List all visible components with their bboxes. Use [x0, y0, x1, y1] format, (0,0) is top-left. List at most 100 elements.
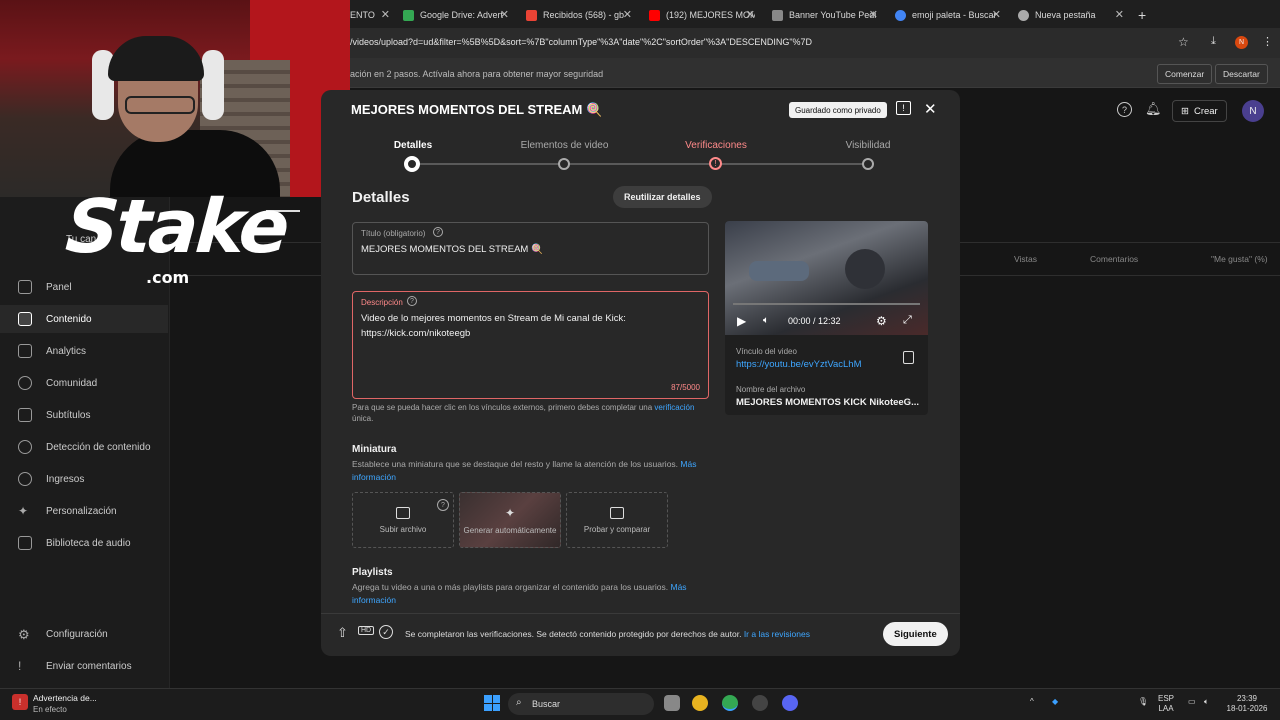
close-icon[interactable]: ✕: [924, 100, 937, 118]
language-indicator[interactable]: ESP LAA: [1158, 694, 1174, 714]
search-label: Buscar: [532, 699, 561, 709]
tab-close-icon[interactable]: ✕: [869, 8, 878, 21]
chrome-profile-taskbar-icon[interactable]: [722, 695, 738, 711]
tab-close-icon[interactable]: ✕: [381, 8, 390, 21]
help-icon[interactable]: ?: [433, 227, 443, 237]
description-field[interactable]: Descripción ? Video de lo mejores moment…: [352, 291, 709, 399]
sidebar-item-customization[interactable]: ✦ Personalización: [0, 497, 168, 525]
fullscreen-icon[interactable]: ⤢: [903, 314, 912, 327]
stepper-line: [412, 163, 867, 165]
bookmark-star-icon[interactable]: ☆: [1178, 35, 1189, 49]
video-link[interactable]: https://youtu.be/evYztVacLhM: [736, 359, 862, 370]
sidebar-item-content-detection[interactable]: Detección de contenido: [0, 433, 168, 461]
profile-avatar[interactable]: N: [1235, 36, 1248, 49]
help-icon[interactable]: ?: [407, 296, 417, 306]
progress-bar[interactable]: [733, 303, 920, 305]
title-field[interactable]: Título (obligatorio) ? MEJORES MOMENTOS …: [352, 222, 709, 275]
saved-private-badge: Guardado como privado: [789, 102, 887, 118]
auto-generate-thumbnail-button[interactable]: ✦ Generar automáticamente: [459, 492, 561, 548]
download-icon[interactable]: ⤓: [1211, 35, 1216, 48]
tab-close-icon[interactable]: ✕: [623, 8, 632, 21]
play-icon[interactable]: ▶: [737, 314, 746, 328]
column-comments[interactable]: Comentarios: [1090, 254, 1138, 264]
sidebar-item-subtitles[interactable]: Subtítulos: [0, 401, 168, 429]
tab-close-icon[interactable]: ✕: [746, 8, 755, 21]
tab-close-icon[interactable]: ✕: [500, 8, 509, 21]
tray-chevron-icon[interactable]: ^: [1030, 697, 1034, 707]
sidebar-item-feedback[interactable]: ! Enviar comentarios: [0, 652, 168, 680]
browser-tab[interactable]: Nueva pestaña ✕: [1018, 4, 1124, 26]
column-views[interactable]: Vistas: [1014, 254, 1037, 264]
sidebar-item-settings[interactable]: ⚙ Configuración: [0, 620, 168, 648]
browser-tab[interactable]: (192) MEJORES MOM ✕: [649, 4, 755, 26]
volume-icon[interactable]: 🔈︎: [1204, 697, 1209, 707]
column-likes[interactable]: "Me gusta" (%): [1211, 254, 1268, 264]
browser-tab[interactable]: emoji paleta - Buscar ✕: [895, 4, 1001, 26]
browser-tab[interactable]: Recibidos (568) - gb ✕: [526, 4, 632, 26]
task-view-icon[interactable]: [664, 695, 680, 711]
sidebar-item-analytics[interactable]: Analytics: [0, 337, 168, 365]
new-tab-button[interactable]: +: [1138, 4, 1152, 26]
sidebar-item-community[interactable]: Comunidad: [0, 369, 168, 397]
chrome-taskbar-icon[interactable]: [692, 695, 708, 711]
url-text[interactable]: /videos/upload?d=ud&filter=%5B%5D&sort=%…: [350, 37, 812, 47]
help-icon[interactable]: ?: [437, 499, 449, 511]
tab-close-icon[interactable]: ✕: [992, 8, 1001, 21]
channel-avatar[interactable]: N: [1242, 100, 1264, 122]
tab-label: Recibidos (568) - gb: [543, 10, 625, 20]
sidebar-item-label: Configuración: [46, 628, 108, 640]
clock[interactable]: 23:39 18-01-2026: [1224, 694, 1270, 714]
bell-icon[interactable]: 🔔︎: [1145, 101, 1162, 117]
review-link[interactable]: Ir a las revisiones: [744, 629, 810, 639]
scrollbar[interactable]: [954, 186, 958, 606]
mic-icon[interactable]: 🎙︎: [1138, 697, 1148, 707]
step-visibility[interactable]: Visibilidad: [836, 140, 900, 151]
verification-link[interactable]: verificación: [654, 403, 694, 412]
test-compare-button[interactable]: Probar y comparar: [566, 492, 668, 548]
settings-gear-icon[interactable]: ⚙: [876, 314, 887, 328]
feedback-icon[interactable]: !: [896, 101, 911, 115]
step-video-elements[interactable]: Elementos de video: [507, 140, 622, 151]
sidebar-item-content[interactable]: Contenido: [0, 305, 168, 333]
warning-app-icon[interactable]: !: [12, 694, 28, 710]
network-icon[interactable]: ▭: [1188, 697, 1196, 707]
volume-icon[interactable]: 🔈︎: [763, 315, 769, 326]
browser-tab[interactable]: Google Drive: Advert ✕: [403, 4, 509, 26]
thumbnail-text: Establece una miniatura que se destaque …: [352, 458, 712, 484]
dismiss-button[interactable]: Descartar: [1215, 64, 1268, 84]
browser-tab[interactable]: Banner YouTube Pedi ✕: [772, 4, 878, 26]
windows-start-icon[interactable]: [484, 695, 500, 711]
browser-tab[interactable]: ENTO ✕: [350, 4, 390, 26]
create-button[interactable]: ⊞ Crear: [1172, 100, 1227, 122]
tab-close-icon[interactable]: ✕: [1115, 8, 1124, 21]
upload-icon: ⇧: [337, 625, 348, 640]
upload-label: Subir archivo: [379, 524, 427, 534]
reuse-details-button[interactable]: Reutilizar detalles: [613, 186, 712, 208]
copy-icon[interactable]: [903, 351, 914, 364]
sidebar-item-earnings[interactable]: Ingresos: [0, 465, 168, 493]
notification-title[interactable]: Advertencia de...: [33, 693, 97, 703]
date: 18-01-2026: [1226, 704, 1268, 713]
kebab-menu-icon[interactable]: ⋮: [1262, 35, 1273, 48]
step-checks[interactable]: Verificaciones: [671, 140, 761, 151]
create-video-icon: ⊞: [1181, 105, 1189, 117]
obs-taskbar-icon[interactable]: [752, 695, 768, 711]
globe-icon: [772, 9, 783, 21]
video-player[interactable]: ▶ 🔈︎ 00:00 / 12:32 ⚙ ⤢: [725, 221, 928, 335]
helper-main: Para que se pueda hacer clic en los vínc…: [352, 403, 653, 412]
lang-layout: LAA: [1158, 704, 1174, 713]
lang-code: ESP: [1158, 694, 1175, 703]
help-icon[interactable]: ?: [1117, 102, 1132, 117]
helper-end: única.: [352, 414, 374, 423]
upload-thumbnail-button[interactable]: Subir archivo ?: [352, 492, 454, 548]
taskbar-search[interactable]: ⌕ Buscar: [508, 693, 654, 715]
start-button[interactable]: Comenzar: [1157, 64, 1213, 84]
next-button[interactable]: Siguiente: [883, 622, 948, 646]
sidebar-item-audio-library[interactable]: Biblioteca de audio: [0, 529, 168, 557]
tab-label: Google Drive: Advert: [420, 10, 504, 20]
step-details[interactable]: Detalles: [383, 140, 443, 151]
warning-icon: !: [709, 157, 722, 170]
discord-taskbar-icon[interactable]: [782, 695, 798, 711]
tray-app-icon[interactable]: ◆: [1052, 697, 1058, 707]
tab-label: ENTO: [350, 10, 375, 20]
